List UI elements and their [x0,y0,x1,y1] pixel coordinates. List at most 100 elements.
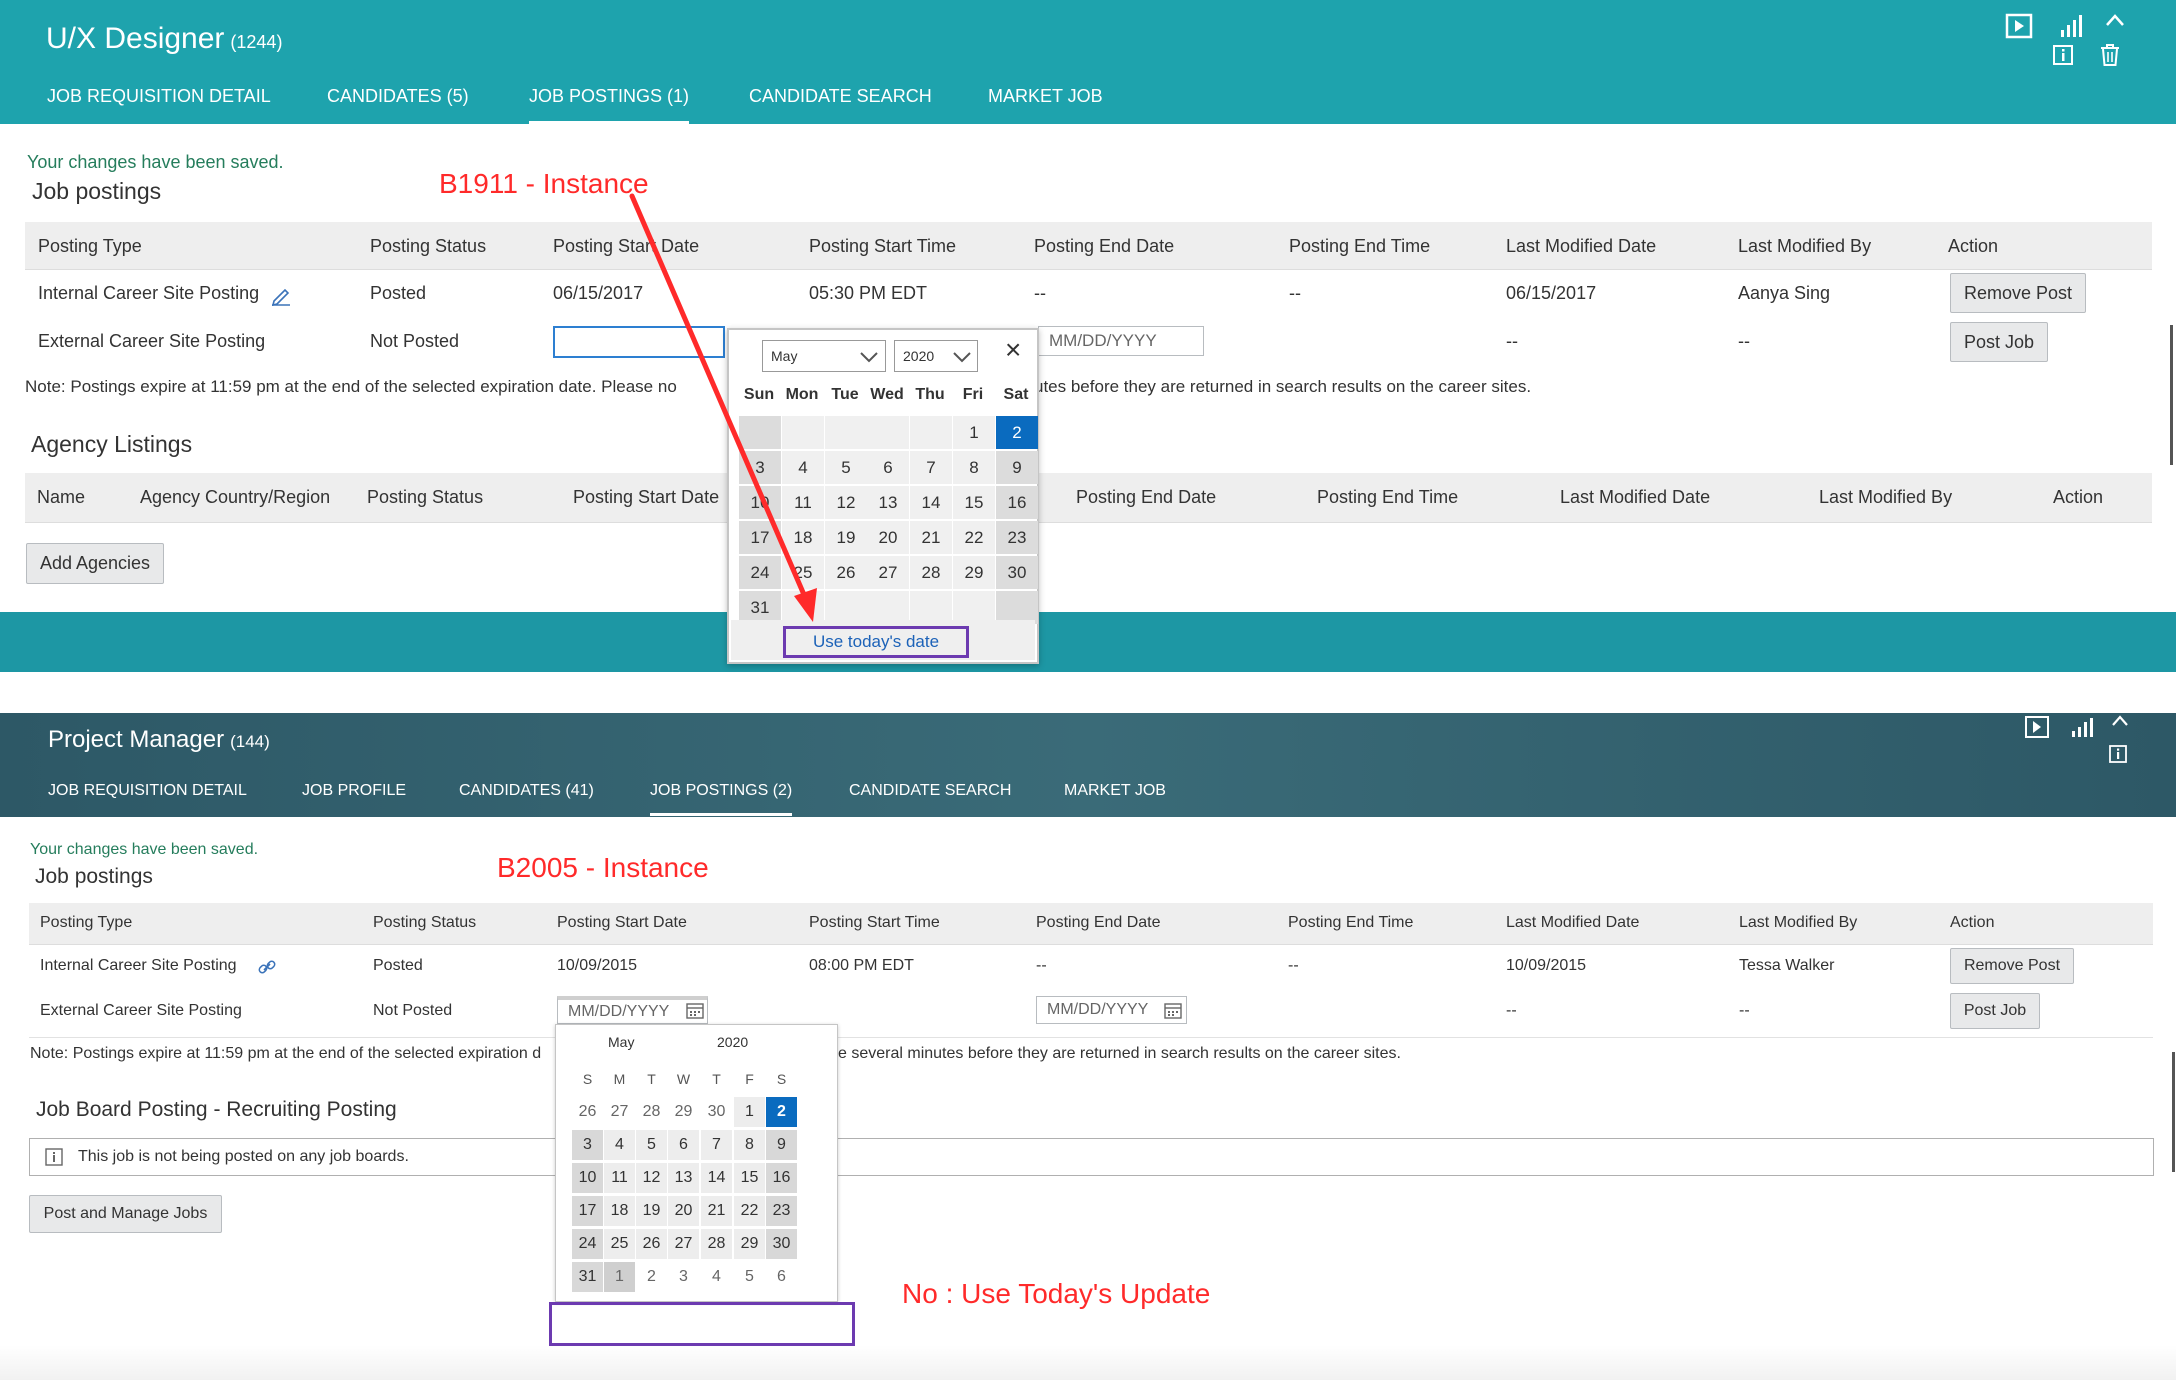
calendar-day[interactable]: 5 [734,1262,765,1292]
calendar-day[interactable]: 7 [701,1130,732,1160]
calendar-day[interactable]: 27 [604,1097,635,1127]
calendar-day[interactable]: 24 [572,1229,603,1259]
calendar-day[interactable]: 15 [953,486,995,519]
edit-pencil-icon[interactable] [270,284,292,306]
end-date-input-external[interactable]: MM/DD/YYYY [1038,326,1204,356]
calendar-day[interactable]: 23 [766,1196,797,1226]
calendar-day[interactable]: 9 [996,451,1038,484]
calendar-day[interactable]: 14 [910,486,952,519]
tab2-job-postings[interactable]: JOB POSTINGS (2) [650,782,793,816]
calendar-day[interactable]: 28 [910,556,952,589]
calendar-day[interactable]: 19 [825,521,867,554]
tab-job-requisition-detail[interactable]: JOB REQUISITION DETAIL [47,82,271,124]
calendar-day[interactable]: 30 [996,556,1038,589]
calendar-day[interactable]: 18 [782,521,824,554]
scrollbar-2[interactable] [2172,1052,2175,1172]
bar-chart-icon[interactable] [2058,13,2086,39]
link-icon[interactable] [257,957,277,977]
calendar-day[interactable]: 25 [604,1229,635,1259]
calendar-day[interactable]: 17 [572,1196,603,1226]
bar-chart-icon[interactable] [2070,716,2094,738]
calendar-icon[interactable] [686,1002,704,1019]
post-and-manage-jobs-button[interactable]: Post and Manage Jobs [29,1195,222,1233]
calendar-day[interactable]: 12 [636,1163,667,1193]
info-icon[interactable] [2052,44,2074,66]
tab-candidates[interactable]: CANDIDATES (5) [327,82,469,124]
tab-candidate-search[interactable]: CANDIDATE SEARCH [749,82,932,124]
calendar-day[interactable]: 21 [701,1196,732,1226]
calendar-day[interactable]: 26 [636,1229,667,1259]
calendar-day[interactable]: 5 [636,1130,667,1160]
calendar-day[interactable]: 3 [668,1262,699,1292]
start-date-input-external[interactable] [553,326,725,358]
trash-icon[interactable] [2098,43,2122,67]
calendar-day[interactable]: 14 [701,1163,732,1193]
calendar-day[interactable]: 6 [867,451,909,484]
calendar-day[interactable]: 26 [825,556,867,589]
calendar-day[interactable]: 15 [734,1163,765,1193]
calendar-day[interactable]: 16 [996,486,1038,519]
calendar-day[interactable]: 3 [572,1130,603,1160]
calendar-icon[interactable] [1164,1002,1182,1019]
post-job-button-2[interactable]: Post Job [1950,993,2040,1029]
chevron-up-icon[interactable] [2110,714,2130,728]
calendar-day[interactable]: 24 [739,556,781,589]
tab2-market-job[interactable]: MARKET JOB [1064,782,1166,816]
calendar-day[interactable]: 10 [739,486,781,519]
calendar-day[interactable]: 6 [766,1262,797,1292]
calendar-day[interactable]: 30 [766,1229,797,1259]
calendar-day[interactable]: 22 [734,1196,765,1226]
calendar-day[interactable]: 4 [701,1262,732,1292]
tab-job-postings[interactable]: JOB POSTINGS (1) [529,82,690,124]
tab-market-job[interactable]: MARKET JOB [988,82,1103,124]
tab2-candidate-search[interactable]: CANDIDATE SEARCH [849,782,1011,816]
calendar-day[interactable]: 5 [825,451,867,484]
calendar-day[interactable]: 16 [766,1163,797,1193]
calendar-day[interactable]: 1 [604,1262,635,1292]
calendar-day[interactable]: 27 [668,1229,699,1259]
calendar-day[interactable]: 1 [953,416,995,449]
calendar-day[interactable]: 6 [668,1130,699,1160]
month-label[interactable]: May [608,1034,634,1050]
calendar-day[interactable]: 2 [996,416,1038,449]
calendar-day[interactable]: 19 [636,1196,667,1226]
calendar-day[interactable]: 2 [636,1262,667,1292]
remove-post-button[interactable]: Remove Post [1950,273,2086,313]
calendar-day[interactable]: 8 [953,451,995,484]
calendar-day[interactable]: 10 [572,1163,603,1193]
info-icon[interactable] [2108,744,2128,764]
close-icon[interactable]: × [1005,334,1021,366]
tab2-job-requisition-detail[interactable]: JOB REQUISITION DETAIL [48,782,247,816]
calendar-day[interactable]: 27 [867,556,909,589]
calendar-day[interactable]: 29 [734,1229,765,1259]
calendar-day[interactable]: 29 [953,556,995,589]
calendar-day[interactable]: 22 [953,521,995,554]
calendar-day[interactable]: 4 [782,451,824,484]
chevron-up-icon[interactable] [2104,12,2126,28]
calendar-day[interactable]: 13 [668,1163,699,1193]
calendar-day[interactable]: 11 [604,1163,635,1193]
calendar-day[interactable]: 4 [604,1130,635,1160]
calendar-day[interactable]: 7 [910,451,952,484]
calendar-day[interactable]: 23 [996,521,1038,554]
calendar-day[interactable]: 8 [734,1130,765,1160]
calendar-day[interactable]: 29 [668,1097,699,1127]
calendar-day[interactable]: 12 [825,486,867,519]
calendar-day[interactable]: 20 [867,521,909,554]
calendar-day[interactable]: 11 [782,486,824,519]
calendar-day[interactable]: 20 [668,1196,699,1226]
calendar-day[interactable]: 30 [701,1097,732,1127]
calendar-day[interactable]: 1 [734,1097,765,1127]
remove-post-button-2[interactable]: Remove Post [1950,948,2074,984]
calendar-day[interactable]: 26 [572,1097,603,1127]
scrollbar-1[interactable] [2170,325,2173,465]
year-label[interactable]: 2020 [717,1034,748,1050]
calendar-day[interactable]: 31 [572,1262,603,1292]
post-job-button[interactable]: Post Job [1950,322,2048,362]
calendar-day[interactable]: 13 [867,486,909,519]
tab2-job-profile[interactable]: JOB PROFILE [302,782,406,816]
play-icon[interactable] [2005,13,2033,39]
calendar-day[interactable]: 3 [739,451,781,484]
calendar-day[interactable]: 21 [910,521,952,554]
tab2-candidates[interactable]: CANDIDATES (41) [459,782,594,816]
